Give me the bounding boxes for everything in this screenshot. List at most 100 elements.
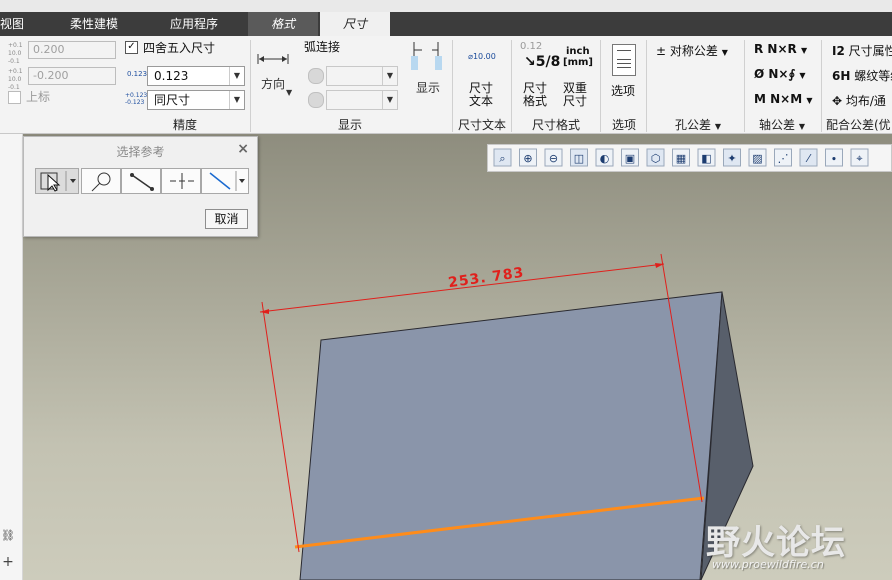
ribbon-tab-bar: 视图 柔性建模 应用程序 格式 尺寸 xyxy=(0,12,892,36)
select-edge-button[interactable] xyxy=(121,168,161,194)
arc-connection-label: 弧连接 xyxy=(304,40,341,54)
round-dimension-checkbox[interactable]: ✓ xyxy=(125,41,138,54)
arc-radio-1[interactable] xyxy=(308,68,324,84)
curve-pick-icon xyxy=(91,172,111,192)
chevron-down-icon: ▼ xyxy=(382,91,397,109)
fit-tolerance-group-label: 配合公差(优 xyxy=(826,118,891,132)
camera-icon-glyph: ▦ xyxy=(676,152,686,165)
chevron-down-icon: ▼ xyxy=(229,91,244,109)
cancel-button[interactable]: 取消 xyxy=(205,209,248,229)
zoom-in-icon-glyph: ⊕ xyxy=(523,152,532,165)
witness-line-left xyxy=(261,301,300,553)
dual-dimension-button[interactable]: 双重 尺寸 xyxy=(563,82,587,108)
tab-dimension[interactable]: 尺寸 xyxy=(320,12,390,36)
group-divider xyxy=(821,40,822,132)
direction-button[interactable]: 方向 xyxy=(256,52,290,92)
filter-select-button[interactable] xyxy=(35,168,79,194)
datum-display-icon-glyph: ⋰ xyxy=(778,152,789,165)
display-group-label: 显示 xyxy=(337,118,362,132)
tolerance-decimal-dropdown[interactable]: 同尺寸 ▼ xyxy=(147,90,245,110)
symmetric-tolerance-dropdown[interactable]: ± 对称公差 ▼ xyxy=(656,42,728,59)
arc-dropdown-1[interactable]: ▼ xyxy=(326,66,398,86)
fit-tol-item-1[interactable]: I2 尺寸属性 xyxy=(832,42,892,59)
tolerance-icon: +0.1 10.0 -0.1 xyxy=(8,42,23,65)
shaft-tolerance-group-label[interactable]: 轴公差 ▼ xyxy=(750,116,814,133)
witness-line-display-icon xyxy=(411,42,442,70)
saved-views-icon-glyph: ⬡ xyxy=(651,152,661,165)
mm-label: [mm] xyxy=(563,57,593,68)
dimension-text-icon: ⌀10.00 xyxy=(468,52,496,61)
lower-tolerance-field[interactable]: -0.200 xyxy=(28,67,116,85)
fit-tol-item-3[interactable]: ✥ 均布/通 xyxy=(832,92,886,109)
arc-radio-2[interactable] xyxy=(308,92,324,108)
decimal-places-icon: 0.123 xyxy=(127,70,148,78)
chevron-down-icon: ▼ xyxy=(382,67,397,85)
watermark-logo: 野火论坛 xyxy=(706,523,846,563)
box-view-icon-glyph: ▣ xyxy=(625,152,635,165)
tab-applications[interactable]: 应用程序 xyxy=(170,12,230,36)
shaft-tol-item-2[interactable]: Ø N×∮ ▼ xyxy=(754,67,806,81)
chevron-down-icon: ▼ xyxy=(286,88,293,97)
zoom-out-icon-glyph: ⊖ xyxy=(549,152,558,165)
lower-tolerance-icon: +0.1 10.0 -0.1 xyxy=(8,68,23,91)
dimension-format-group-label: 尺寸格式 xyxy=(531,118,580,132)
shading-icon-glyph: ◐ xyxy=(600,152,610,165)
plus-icon[interactable]: + xyxy=(0,554,16,570)
section-icon-glyph: ▨ xyxy=(752,152,762,165)
select-reference-dialog: 选择参考 × 取消 xyxy=(23,136,258,237)
model-front-face xyxy=(299,291,723,580)
select-line-button[interactable] xyxy=(201,168,249,194)
upper-tolerance-field[interactable]: 0.200 xyxy=(28,41,116,59)
shaft-tol-item-3[interactable]: M N×M ▼ xyxy=(754,92,813,106)
watermark-url: www.proewildfire.cn xyxy=(712,558,824,571)
title-bar xyxy=(0,0,892,12)
decimal-places-value: 0.123 xyxy=(154,69,189,83)
edge-pick-icon xyxy=(130,173,154,191)
direction-label: 方向 xyxy=(260,77,285,91)
spin-center-icon-glyph: ◧ xyxy=(701,152,711,165)
fraction-value: 5/8 xyxy=(535,54,561,70)
dimension-text-group-label: 尺寸文本 xyxy=(457,118,506,132)
chevron-down-icon: ▼ xyxy=(721,48,728,57)
dimension-format-button[interactable]: 尺寸 格式 xyxy=(523,82,547,108)
upper-label: 上标 xyxy=(26,90,51,104)
refit-icon-glyph: ◫ xyxy=(574,152,584,165)
group-divider xyxy=(646,40,647,132)
precision-group-label: 精度 xyxy=(172,118,197,132)
decimal-places-dropdown[interactable]: 0.123 ▼ xyxy=(147,66,245,86)
show-button[interactable]: 显示 xyxy=(408,40,448,96)
annotation-icon-glyph: ✦ xyxy=(727,152,736,165)
show-label: 显示 xyxy=(415,81,440,95)
select-point-button[interactable] xyxy=(161,168,201,194)
point-pick-icon xyxy=(170,173,194,189)
tab-view[interactable]: 视图 xyxy=(0,12,40,36)
model-tree-strip: ⛓ + xyxy=(0,134,23,580)
tab-flexible-modeling[interactable]: 柔性建模 xyxy=(70,12,130,36)
datum-point-icon-glyph: ∙ xyxy=(831,152,838,165)
options-button[interactable]: 选项 xyxy=(611,82,635,99)
select-arrow-icon xyxy=(40,171,76,192)
hole-tolerance-group-label[interactable]: 孔公差 ▼ xyxy=(660,116,736,133)
fraction-top-label: 0.12 xyxy=(520,41,543,52)
link-icon[interactable]: ⛓ xyxy=(0,529,16,542)
dimension-text-button[interactable]: 尺寸 文本 xyxy=(469,82,493,108)
group-divider xyxy=(744,40,745,132)
csys-icon-glyph: ⌖ xyxy=(856,152,862,165)
zoom-box-icon-glyph: ⌕ xyxy=(499,152,505,165)
upper-checkbox[interactable] xyxy=(8,91,21,104)
dialog-title: 选择参考 xyxy=(116,145,165,159)
fraction-icon: ↘5/8 xyxy=(524,54,561,70)
inch-label: inch xyxy=(566,46,590,57)
fit-tol-item-2[interactable]: 6H 螺纹等级 xyxy=(832,67,892,84)
line-pick-icon xyxy=(209,171,245,191)
symmetric-tolerance-label: 对称公差 xyxy=(669,44,718,58)
select-curve-button[interactable] xyxy=(81,168,121,194)
tolerance-decimal-value: 同尺寸 xyxy=(154,93,191,107)
close-icon[interactable]: × xyxy=(237,141,249,157)
tab-format[interactable]: 格式 xyxy=(248,12,318,36)
shaft-tol-item-1[interactable]: R N×R ▼ xyxy=(754,42,807,56)
options-group-label: 选项 xyxy=(611,118,636,132)
group-divider xyxy=(250,40,251,132)
chevron-down-icon: ▼ xyxy=(229,67,244,85)
arc-dropdown-2[interactable]: ▼ xyxy=(326,90,398,110)
